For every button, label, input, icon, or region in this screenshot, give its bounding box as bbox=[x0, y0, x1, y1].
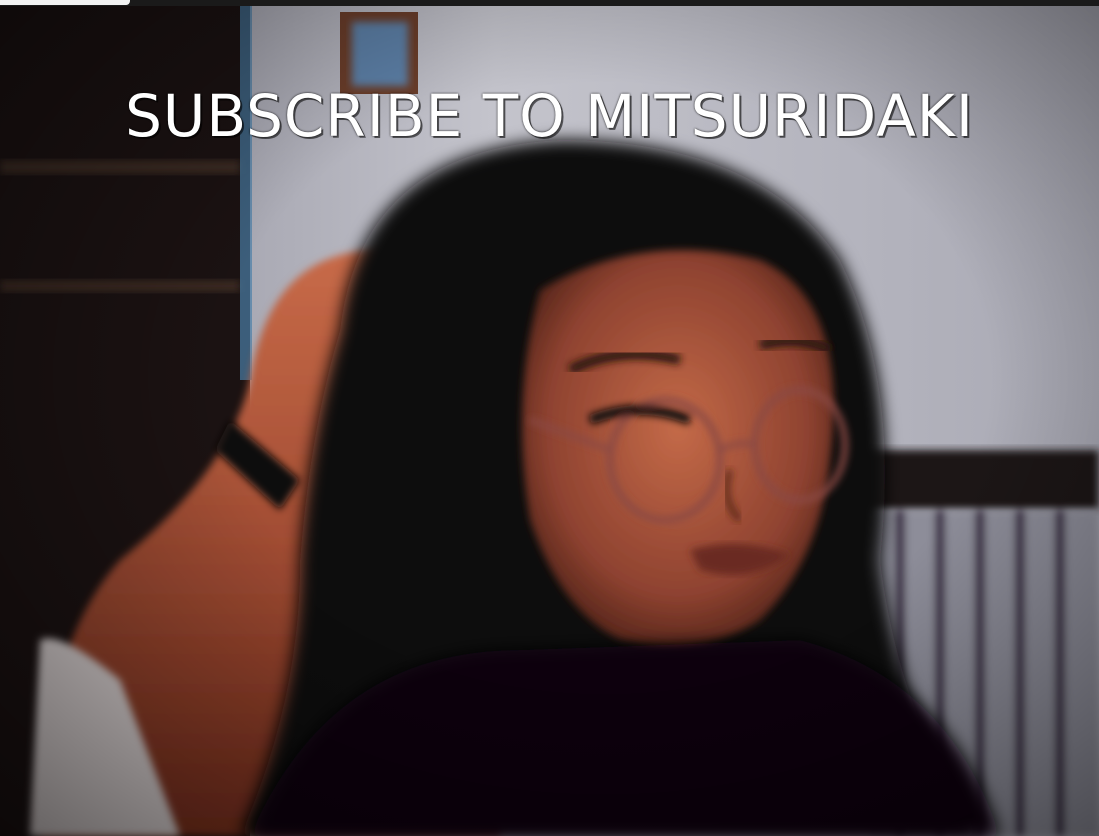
video-frame: SUBSCRIBE TO MITSURIDAKI bbox=[0, 0, 1099, 836]
railing-top bbox=[860, 450, 1099, 510]
door-edge bbox=[240, 0, 252, 380]
window-top-bar bbox=[0, 0, 1099, 6]
shelf-board bbox=[0, 160, 240, 174]
wall-picture bbox=[352, 22, 408, 86]
webcam-scene bbox=[0, 0, 1099, 836]
window-tab bbox=[0, 0, 130, 5]
face bbox=[522, 250, 834, 647]
shelf-board bbox=[0, 280, 240, 292]
